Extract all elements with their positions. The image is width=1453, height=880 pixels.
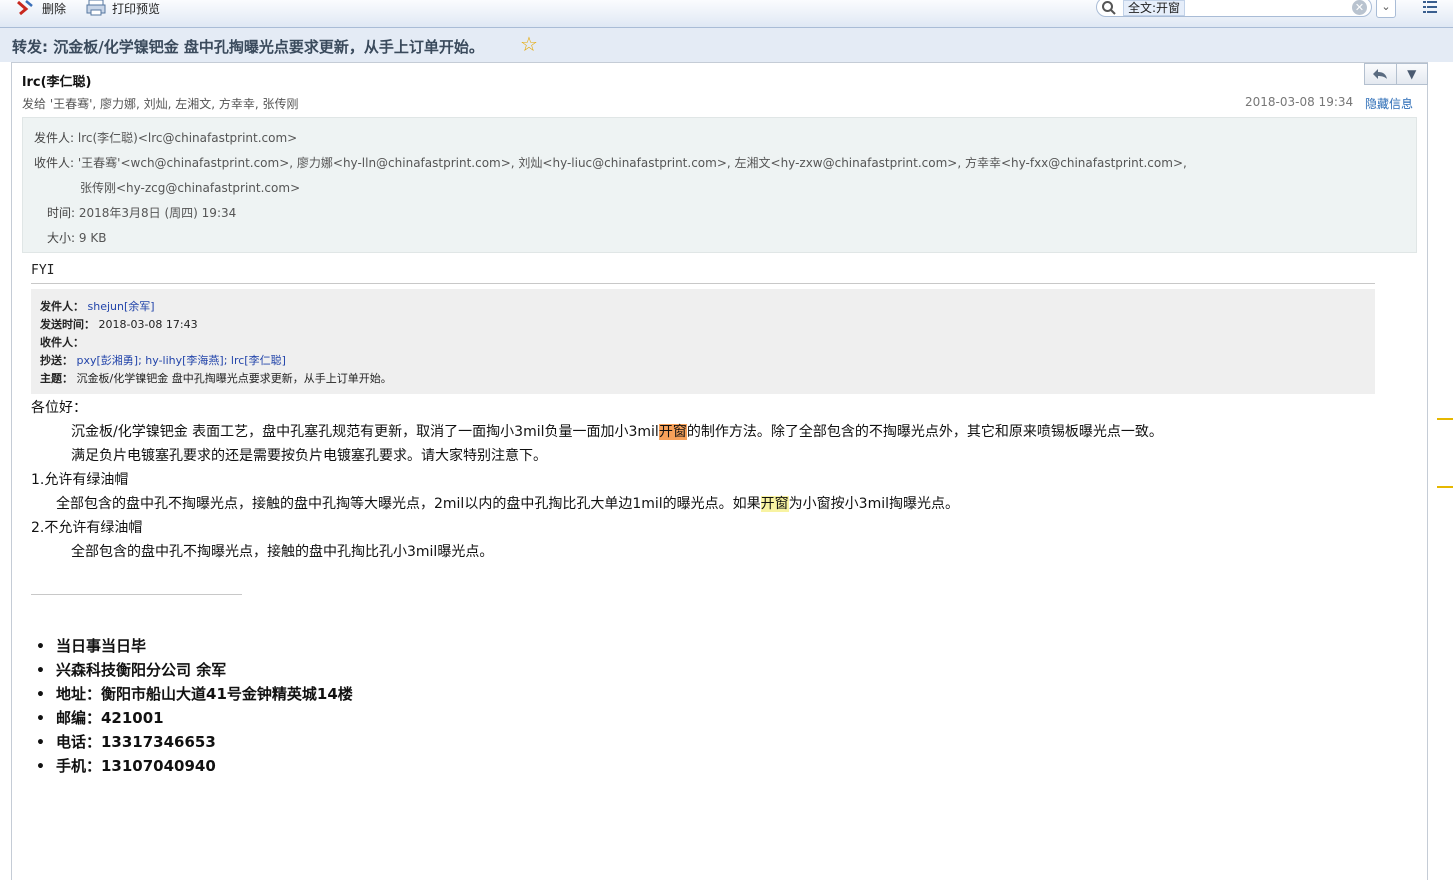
search-highlight-current: 开窗 [658, 424, 687, 440]
signature-list: 当日事当日毕 兴森科技衡阳分公司 余军 地址：衡阳市船山大道41号金钟精英城14… [36, 636, 353, 780]
star-icon[interactable]: ☆ [520, 32, 538, 56]
message-details: 发件人: lrc(李仁聪)<lrc@chinafastprint.com> 收件… [22, 117, 1417, 253]
clear-search-icon[interactable]: ✕ [1352, 0, 1367, 15]
fyi-text: FYI [31, 263, 55, 278]
signature-line: 当日事当日毕 [36, 636, 353, 660]
message-date: 2018-03-08 19:34 [1245, 95, 1354, 109]
divider [31, 283, 1375, 284]
fwd-to: 收件人： [40, 336, 84, 349]
paragraph-2: 满足负片电镀塞孔要求的还是需要按负片电镀塞孔要求。请大家特别注意下。 [71, 448, 547, 464]
to-addresses-cont[interactable]: 张传刚<hy-zcg@chinafastprint.com> [80, 181, 300, 195]
delete-icon [17, 0, 33, 16]
reply-button[interactable] [1365, 64, 1396, 84]
detail-to-cont: 张传刚<hy-zcg@chinafastprint.com> [80, 179, 300, 196]
signature-line: 电话：13317346653 [36, 732, 353, 756]
search-box[interactable]: 全文:开窗 [1096, 0, 1372, 17]
detail-from: 发件人: lrc(李仁聪)<lrc@chinafastprint.com> [34, 131, 298, 145]
toolbar: 删除 打印预览 全文:开窗 ✕ ⌄ [0, 0, 1453, 28]
fwd-from: 发件人： shejun[余军] [40, 300, 155, 313]
chevron-down-icon[interactable]: ⌄ [1376, 0, 1396, 18]
dropdown-arrow-icon: ▼ [1407, 67, 1417, 81]
detail-time: 时间: 2018年3月8日 (周四) 19:34 [47, 206, 237, 220]
search-icon [1102, 1, 1116, 15]
reply-options-button[interactable]: ▼ [1395, 64, 1428, 84]
fwd-subject: 主题： 沉金板/化学镍钯金 盘中孔掏曝光点要求更新，从手上订单开始。 [40, 372, 392, 385]
reply-icon [1373, 69, 1388, 79]
signature-line: 地址：衡阳市船山大道41号金钟精英城14楼 [36, 684, 353, 708]
signature-divider [31, 594, 242, 595]
recipients-summary: 发给 '王春骞', 廖力娜, 刘灿, 左湘文, 方幸幸, 张传刚 [22, 97, 299, 111]
sender-name[interactable]: lrc(李仁聪) [22, 71, 91, 90]
search-highlight: 开窗 [760, 496, 789, 512]
fwd-sent: 发送时间： 2018-03-08 17:43 [40, 318, 198, 331]
scrollbar-match-marker[interactable] [1437, 418, 1453, 420]
signature-line: 手机：13107040940 [36, 756, 353, 780]
detail-size: 大小: 9 KB [47, 231, 107, 245]
scrollbar-match-marker[interactable] [1437, 486, 1453, 488]
reply-actions: ▼ [1364, 63, 1428, 85]
detail-to: 收件人: '王春骞'<wch@chinafastprint.com>, 廖力娜<… [34, 156, 1187, 170]
heading-2: 2.不允许有绿油帽 [31, 520, 143, 536]
subject-bar: 转发: 沉金板/化学镍钯金 盘中孔掏曝光点要求更新，从手上订单开始。 ☆ [0, 28, 1453, 62]
search-scope-tag[interactable]: 全文:开窗 [1123, 0, 1186, 16]
heading-1: 1.允许有绿油帽 [31, 472, 129, 488]
paragraph-4: 全部包含的盘中孔不掏曝光点，接触的盘中孔掏比孔小3mil曝光点。 [71, 544, 494, 560]
fwd-from-link[interactable]: shejun[余军] [88, 300, 155, 313]
delete-label: 删除 [42, 1, 67, 16]
from-address[interactable]: lrc(李仁聪)<lrc@chinafastprint.com> [78, 131, 297, 145]
printer-icon [86, 0, 106, 16]
print-preview-label: 打印预览 [112, 1, 161, 16]
paragraph-3: 全部包含的盘中孔不掏曝光点，接触的盘中孔掏等大曝光点，2mil以内的盘中孔掏比孔… [56, 496, 959, 512]
to-addresses[interactable]: '王春骞'<wch@chinafastprint.com>, 廖力娜<hy-ll… [78, 156, 1187, 170]
fwd-cc-links[interactable]: pxy[彭湘勇]; hy-lihy[李海燕]; lrc[李仁聪] [77, 354, 286, 367]
menu-icon[interactable] [1423, 0, 1437, 14]
message-subject: 转发: 沉金板/化学镍钯金 盘中孔掏曝光点要求更新，从手上订单开始。 [12, 38, 484, 56]
forwarded-header: 发件人： shejun[余军] 发送时间： 2018-03-08 17:43 收… [31, 289, 1375, 394]
delete-button[interactable]: 删除 [16, 0, 66, 16]
signature-line: 邮编：421001 [36, 708, 353, 732]
hide-info-link[interactable]: 隐藏信息 [1365, 95, 1413, 112]
paragraph-1: 沉金板/化学镍钯金 表面工艺，盘中孔塞孔规范有更新，取消了一面掏小3mil负量一… [71, 424, 1163, 440]
greeting: 各位好： [31, 400, 87, 416]
print-preview-button[interactable]: 打印预览 [86, 0, 160, 16]
fwd-cc: 抄送： pxy[彭湘勇]; hy-lihy[李海燕]; lrc[李仁聪] [40, 354, 286, 367]
signature-line: 兴森科技衡阳分公司 余军 [36, 660, 353, 684]
